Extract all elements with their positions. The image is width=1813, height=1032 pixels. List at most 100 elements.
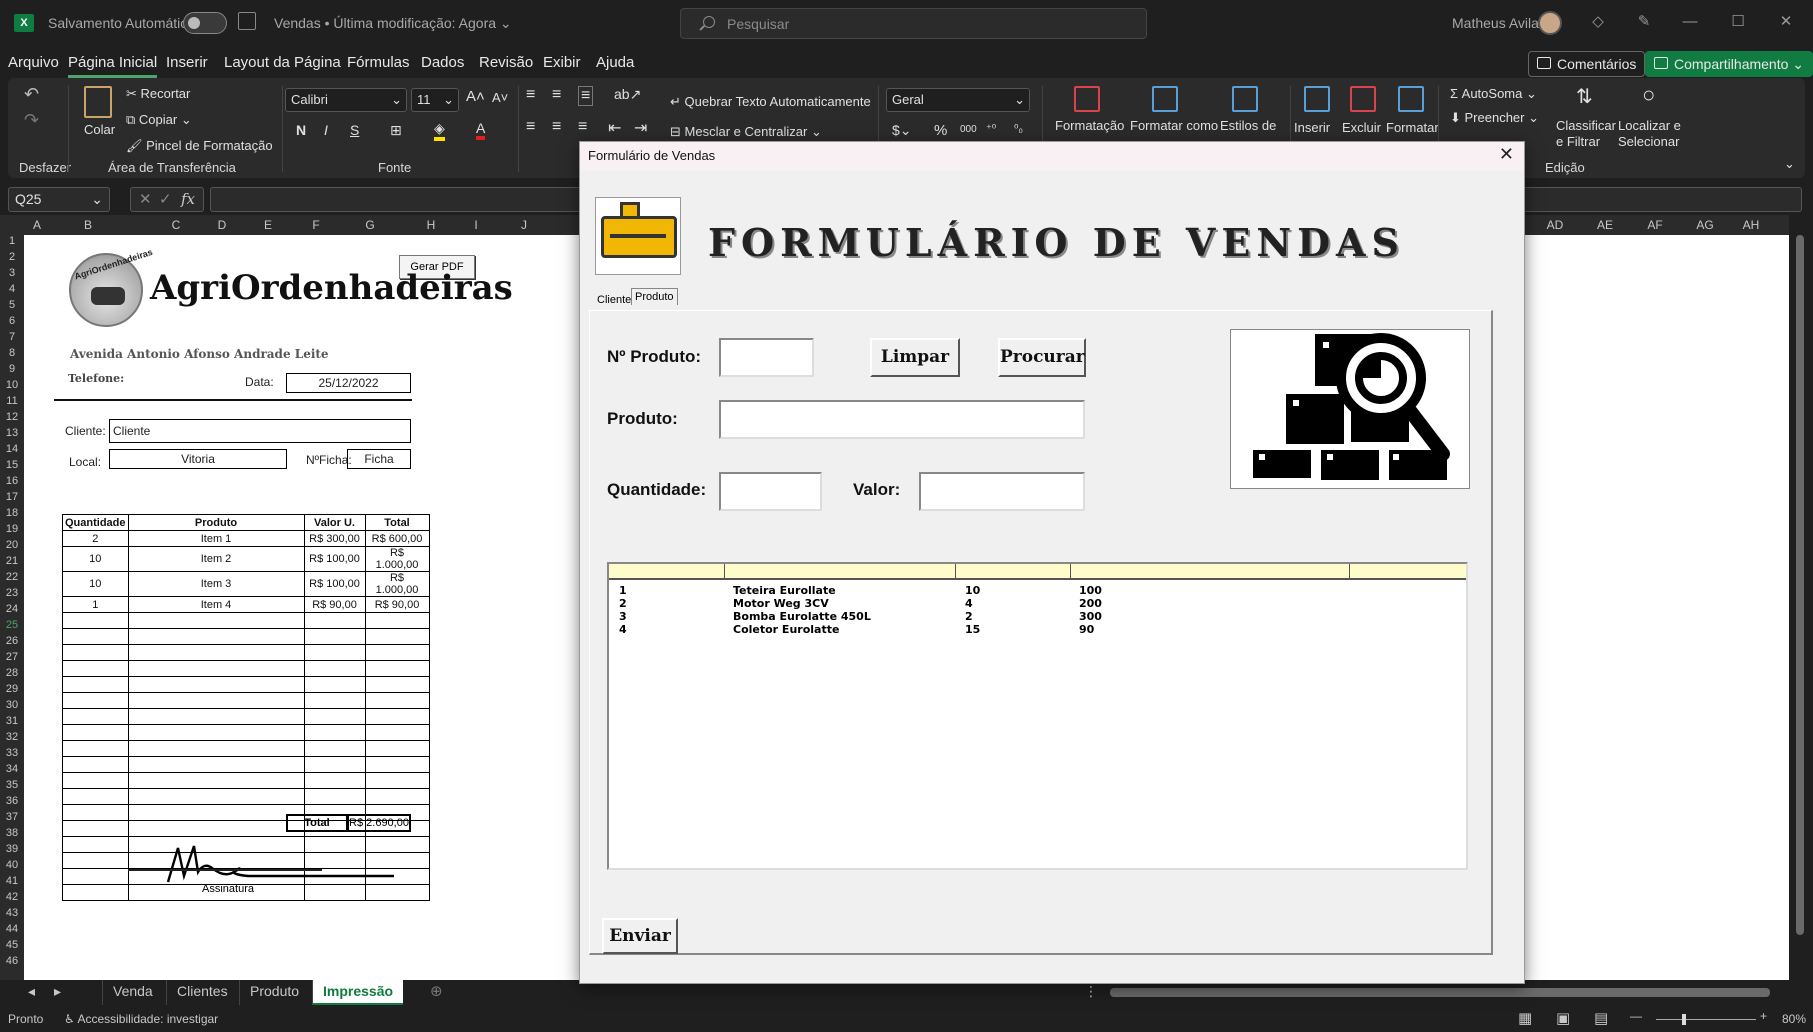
table-cell[interactable] xyxy=(364,612,430,629)
table-cell[interactable] xyxy=(62,756,129,773)
row-header[interactable]: 36 xyxy=(0,795,24,807)
table-cell[interactable] xyxy=(127,820,305,837)
table-cell[interactable] xyxy=(364,660,430,677)
tab-produto[interactable]: Produto xyxy=(239,980,309,1005)
table-cell[interactable]: Item 2 xyxy=(127,546,305,572)
cell-styles-label[interactable]: Estilos de xyxy=(1220,118,1276,133)
product-no-input[interactable] xyxy=(719,338,814,377)
row-header[interactable]: 38 xyxy=(0,827,24,839)
underline-icon[interactable]: S xyxy=(350,122,359,138)
table-cell[interactable]: R$ 300,00 xyxy=(303,530,366,547)
menu-layout[interactable]: Layout da Página xyxy=(224,54,341,71)
row-header[interactable]: 21 xyxy=(0,555,24,567)
value-input[interactable] xyxy=(919,472,1085,511)
table-cell[interactable] xyxy=(62,692,129,709)
zoom-level[interactable]: 80% xyxy=(1782,1012,1806,1026)
table-cell[interactable] xyxy=(62,868,129,885)
decrease-indent-icon[interactable]: ⇤ xyxy=(608,118,621,138)
name-box[interactable]: Q25 ⌄ xyxy=(8,187,110,212)
table-cell[interactable] xyxy=(62,612,129,629)
close-icon[interactable]: ✕ xyxy=(1776,12,1796,32)
row-header[interactable]: 8 xyxy=(0,347,24,359)
table-cell[interactable] xyxy=(127,676,305,693)
row-header[interactable]: 14 xyxy=(0,443,24,455)
align-bottom-icon[interactable]: ≡ xyxy=(578,86,594,106)
font-color-icon[interactable]: A xyxy=(476,120,486,140)
table-cell[interactable] xyxy=(127,660,305,677)
delete-cells-label[interactable]: Excluir xyxy=(1342,120,1381,135)
table-cell[interactable] xyxy=(364,692,430,709)
table-cell[interactable] xyxy=(303,612,366,629)
tab-cliente[interactable]: Cliente xyxy=(594,292,634,308)
format-painter-button[interactable]: 🖌 Pincel de Formatação xyxy=(126,138,273,154)
row-header[interactable]: 26 xyxy=(0,635,24,647)
row-header[interactable]: 19 xyxy=(0,523,24,535)
table-cell[interactable]: Item 4 xyxy=(127,596,305,613)
italic-icon[interactable]: I xyxy=(324,122,328,138)
table-cell[interactable] xyxy=(62,628,129,645)
next-sheet-icon[interactable]: ▸ xyxy=(54,983,61,1000)
table-cell[interactable]: 10 xyxy=(62,571,129,597)
column-header-g[interactable]: G xyxy=(342,218,398,232)
column-header-af[interactable]: AF xyxy=(1640,218,1670,232)
row-header[interactable]: 3 xyxy=(0,267,24,279)
table-cell[interactable] xyxy=(364,628,430,645)
table-cell[interactable] xyxy=(127,708,305,725)
row-header[interactable]: 35 xyxy=(0,779,24,791)
table-cell[interactable] xyxy=(62,804,129,821)
table-cell[interactable] xyxy=(62,708,129,725)
row-header[interactable]: 11 xyxy=(0,395,24,407)
share-button[interactable]: Compartilhamento ⌄ xyxy=(1645,51,1813,77)
table-cell[interactable]: R$ 600,00 xyxy=(364,530,430,547)
row-header[interactable]: 34 xyxy=(0,763,24,775)
save-icon[interactable] xyxy=(238,12,256,30)
row-header[interactable]: 22 xyxy=(0,571,24,583)
table-cell[interactable] xyxy=(62,676,129,693)
row-header[interactable]: 42 xyxy=(0,891,24,903)
document-title[interactable]: Vendas • Última modificação: Agora ⌄ xyxy=(274,15,512,32)
grow-font-icon[interactable]: A˄ xyxy=(466,88,485,105)
table-cell[interactable]: R$ 1.000,00 xyxy=(364,571,430,597)
shrink-font-icon[interactable]: A˅ xyxy=(492,90,508,105)
pen-icon[interactable]: ✎ xyxy=(1634,12,1654,32)
delete-cells-icon[interactable] xyxy=(1350,86,1376,112)
send-button[interactable]: Enviar xyxy=(602,918,678,954)
table-cell[interactable] xyxy=(303,676,366,693)
cancel-icon[interactable]: ✕ xyxy=(139,188,152,211)
table-cell[interactable] xyxy=(62,820,129,837)
table-cell[interactable]: 10 xyxy=(62,546,129,572)
column-header-ah[interactable]: AH xyxy=(1736,218,1766,232)
menu-exibir[interactable]: Exibir xyxy=(543,54,581,71)
row-header[interactable]: 20 xyxy=(0,539,24,551)
table-cell[interactable] xyxy=(303,708,366,725)
row-header[interactable]: 31 xyxy=(0,715,24,727)
vertical-scrollbar[interactable] xyxy=(1789,215,1813,980)
increase-indent-icon[interactable]: ⇥ xyxy=(634,118,647,138)
paste-icon[interactable] xyxy=(84,86,112,118)
table-cell[interactable] xyxy=(303,772,366,789)
row-header[interactable]: 13 xyxy=(0,427,24,439)
minimize-icon[interactable]: — xyxy=(1680,12,1700,32)
table-cell[interactable] xyxy=(127,628,305,645)
align-middle-icon[interactable]: ≡ xyxy=(552,86,561,104)
row-header[interactable]: 37 xyxy=(0,811,24,823)
undo-icon[interactable]: ↶ xyxy=(24,84,39,105)
cell-styles-icon[interactable] xyxy=(1232,86,1258,112)
collapse-ribbon-icon[interactable]: ⌄ xyxy=(1784,156,1795,172)
row-header[interactable]: 23 xyxy=(0,587,24,599)
zoom-slider-thumb[interactable] xyxy=(1682,1014,1686,1025)
page-layout-icon[interactable]: ▣ xyxy=(1556,1009,1570,1027)
column-header-ae[interactable]: AE xyxy=(1590,218,1620,232)
row-header[interactable]: 5 xyxy=(0,299,24,311)
column-header-e[interactable]: E xyxy=(244,218,292,232)
table-cell[interactable] xyxy=(303,724,366,741)
row-header[interactable]: 16 xyxy=(0,475,24,487)
table-cell[interactable] xyxy=(127,612,305,629)
row-header[interactable]: 10 xyxy=(0,379,24,391)
product-input[interactable] xyxy=(719,400,1085,439)
table-cell[interactable] xyxy=(127,788,305,805)
row-header[interactable]: 33 xyxy=(0,747,24,759)
accessibility-status[interactable]: ♿ Accessibilidade: investigar xyxy=(64,1012,218,1026)
prev-sheet-icon[interactable]: ◂ xyxy=(28,983,35,1000)
zoom-slider[interactable] xyxy=(1656,1019,1756,1020)
